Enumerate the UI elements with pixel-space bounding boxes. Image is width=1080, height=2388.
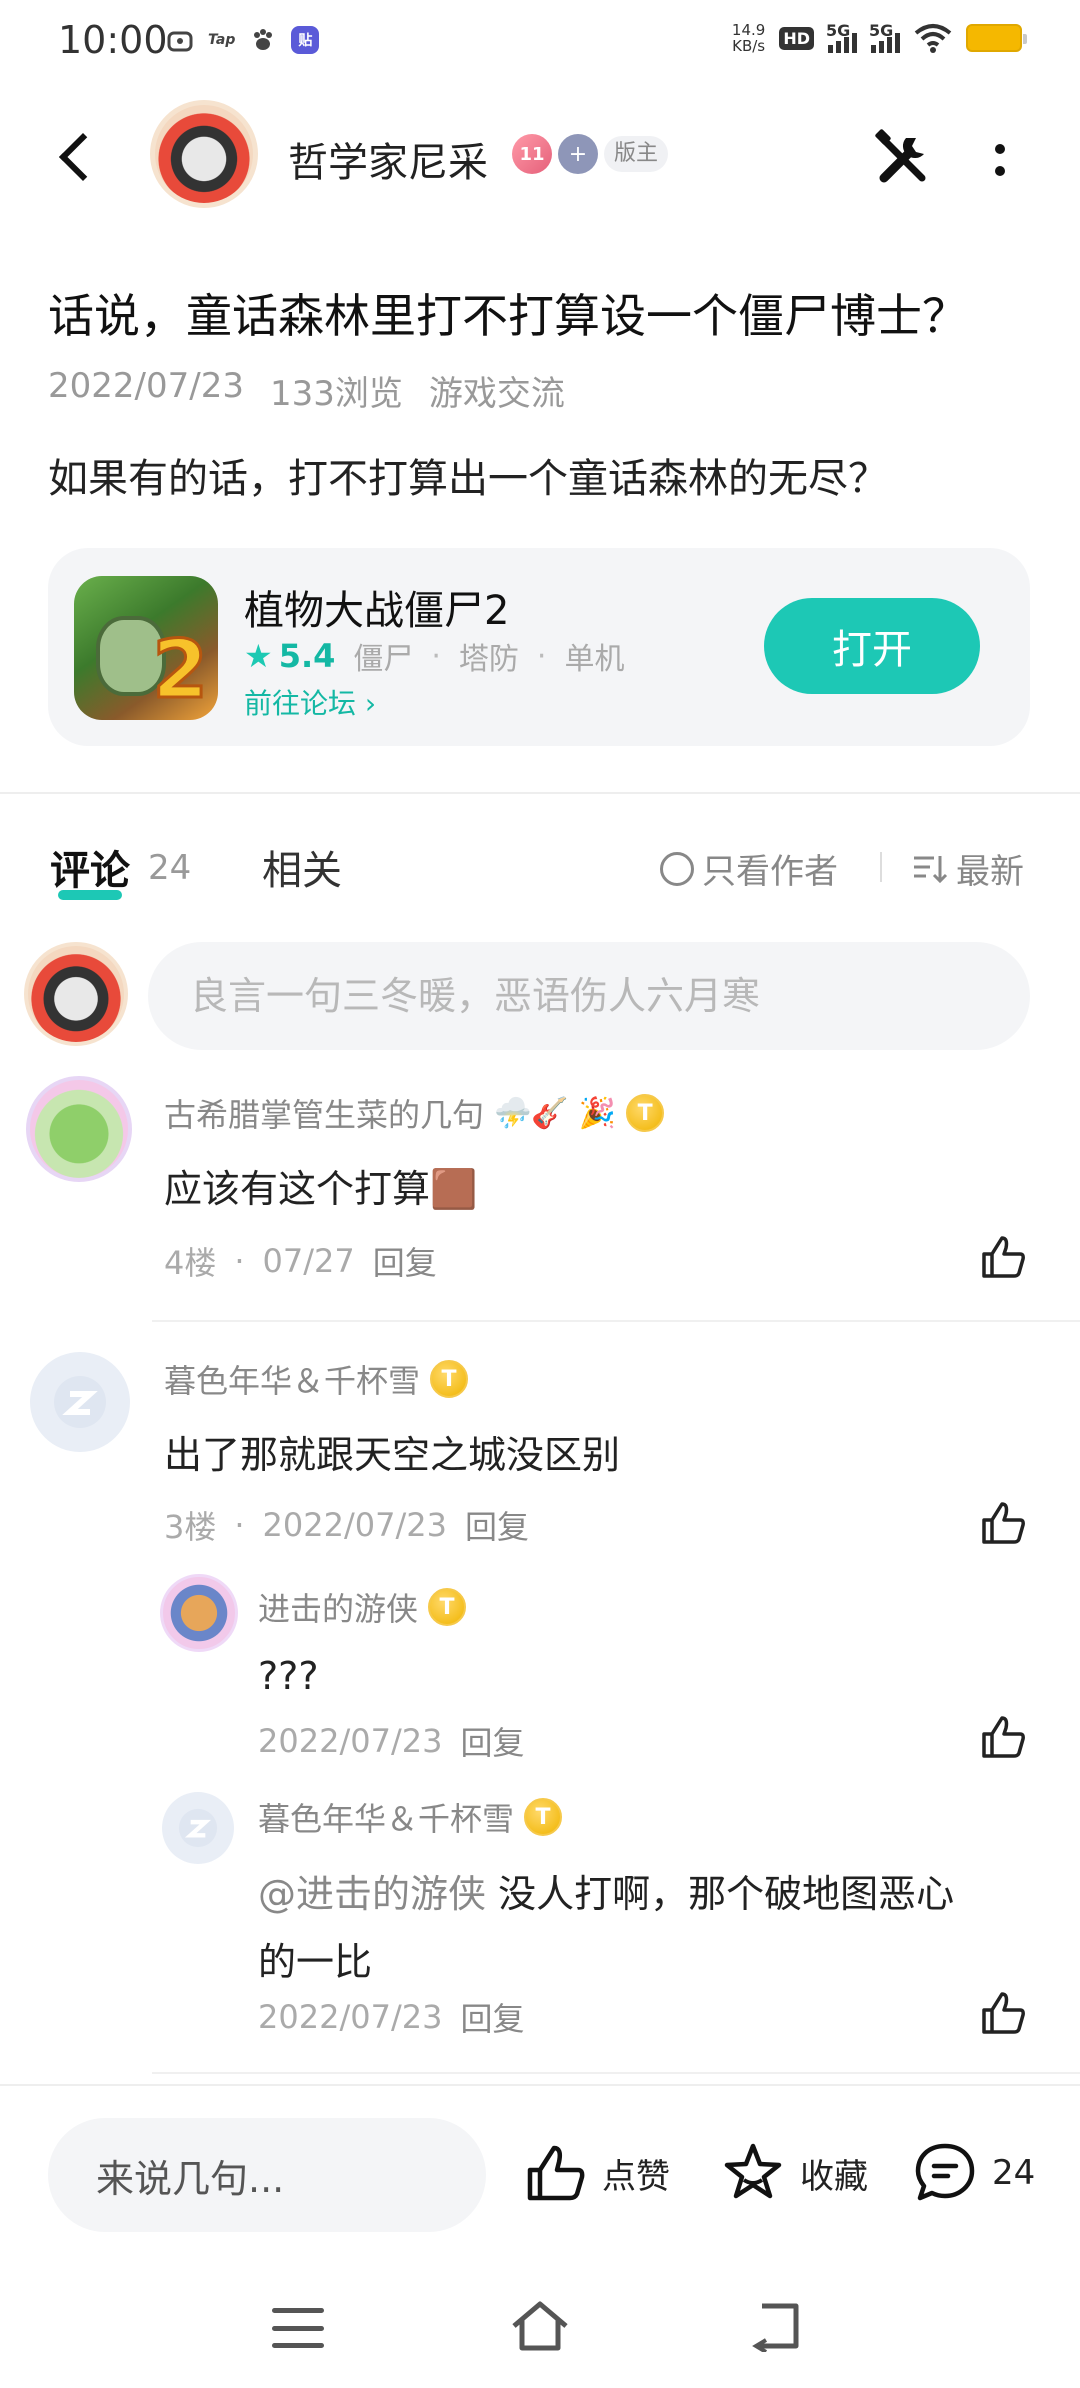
comment-button[interactable]: 24: [912, 2140, 1035, 2206]
more-options-icon[interactable]: [980, 130, 1020, 190]
tab-related[interactable]: 相关: [262, 838, 342, 896]
author-only-toggle[interactable]: 只看作者: [660, 844, 838, 893]
status-bar: 10:00 Tap 贴 14.9 KB/s HD 5G 5G: [0, 0, 1080, 84]
reply-button[interactable]: 回复: [460, 1718, 524, 1764]
comment-author[interactable]: 古希腊掌管生菜的几句 ⛈️🎸 🎉 T: [164, 1090, 665, 1136]
tab-comments[interactable]: 评论: [50, 838, 130, 896]
sort-divider: [880, 852, 882, 882]
comment-meta: 2022/07/23 回复: [258, 1718, 524, 1764]
reply-button[interactable]: 回复: [460, 1994, 524, 2040]
game-tag: 塔防: [458, 642, 519, 677]
comment-author[interactable]: 暮色年华＆千杯雪 T: [164, 1356, 469, 1402]
author-avatar[interactable]: [150, 100, 258, 208]
post-date: 2022/07/23: [48, 366, 244, 406]
signal-icon-2: 5G: [869, 21, 900, 53]
status-time: 10:00: [58, 18, 168, 62]
comment-text: ???: [258, 1654, 319, 1698]
avatar-decoration-icon: 🎉: [578, 1095, 617, 1131]
commenter-avatar[interactable]: [162, 1792, 234, 1864]
level-badge-icon: T: [430, 1360, 469, 1398]
commenter-avatar[interactable]: [30, 1352, 130, 1452]
active-tab-indicator: [58, 890, 122, 900]
like-icon: [527, 2145, 585, 2201]
comment-text: 应该有这个打算🟫: [164, 1167, 478, 1211]
like-icon[interactable]: [978, 1498, 1028, 1548]
system-nav-bar: [0, 2270, 1080, 2388]
status-app-icons: Tap 贴: [166, 26, 320, 54]
comment-input[interactable]: [148, 942, 1030, 1050]
level-badge-icon: T: [626, 1094, 665, 1132]
section-divider: [0, 792, 1080, 794]
back-nav-icon[interactable]: [748, 2300, 804, 2354]
hd-icon: HD: [779, 26, 814, 50]
game-name: 植物大战僵尸2: [244, 588, 510, 634]
level-badge-icon: 11: [512, 134, 552, 174]
my-avatar: [24, 942, 128, 1046]
reply-button[interactable]: 回复: [373, 1238, 437, 1284]
game-rating: 5.4: [278, 637, 336, 675]
follow-user-icon[interactable]: +: [558, 134, 598, 174]
comment-divider: [152, 1320, 1080, 1322]
star-icon: ★: [244, 637, 273, 675]
emoji-icon: 🟫: [430, 1167, 478, 1211]
comment-text: 出了那就跟天空之城没区别: [164, 1433, 621, 1477]
game-tag: 僵尸: [353, 642, 414, 677]
bottom-comment-input[interactable]: 来说几句...: [48, 2118, 486, 2232]
tieba-app-icon: 贴: [291, 26, 320, 54]
comment-text: @进击的游侠 没人打啊，那个破地图恶心 的一比: [258, 1872, 955, 1984]
baidu-app-icon: [249, 26, 277, 54]
post-title: 话说，童话森林里打不打算设一个僵尸博士？: [48, 289, 968, 343]
game-tag: 单机: [564, 642, 625, 677]
back-button[interactable]: [52, 128, 112, 188]
sort-button[interactable]: 最新: [912, 844, 1024, 893]
like-icon[interactable]: [978, 1988, 1028, 2038]
bottom-bar-divider: [0, 2084, 1080, 2086]
post-header: 哲学家尼采 11 + 版主: [0, 100, 1080, 212]
status-indicators: 14.9 KB/s HD 5G 5G: [731, 21, 1027, 55]
wifi-icon: [914, 24, 952, 53]
tap-app-icon: Tap: [208, 32, 236, 48]
battery-icon: [966, 24, 1027, 52]
comment-author[interactable]: 进击的游侠 T: [258, 1584, 467, 1630]
reply-button[interactable]: 回复: [465, 1502, 529, 1548]
star-icon: [724, 2143, 782, 2199]
author-name[interactable]: 哲学家尼采: [288, 130, 488, 188]
game-card[interactable]: 2 植物大战僵尸2 ★ 5.4 僵尸 · 塔防 · 单机 前往论坛 › 打开: [48, 548, 1030, 746]
commenter-avatar[interactable]: [160, 1574, 238, 1652]
comments-count: 24: [148, 848, 192, 888]
tools-icon[interactable]: [870, 126, 936, 192]
post-body: 如果有的话，打不打算出一个童话森林的无尽？: [48, 456, 888, 502]
menu-icon[interactable]: [272, 2308, 324, 2348]
commenter-avatar[interactable]: [26, 1076, 132, 1182]
signal-icon: 5G: [826, 21, 857, 53]
comment-author[interactable]: 暮色年华＆千杯雪 T: [258, 1794, 563, 1840]
comment-meta: 2022/07/23 回复: [258, 1994, 524, 2040]
comment-bubble-icon: [915, 2143, 975, 2201]
net-speed: 14.9 KB/s: [731, 21, 766, 55]
forum-link[interactable]: 前往论坛 ›: [244, 682, 376, 722]
chevron-right-icon: ›: [364, 687, 377, 720]
radio-icon: [660, 851, 694, 886]
user-tag-icon: ⛈️🎸: [494, 1095, 569, 1131]
level-badge-icon: T: [524, 1798, 563, 1836]
post-views: 133浏览: [269, 374, 403, 414]
comment-meta: 4楼 · 07/27 回复: [164, 1238, 437, 1284]
tv-app-icon: [166, 26, 194, 54]
comment-divider: [152, 2072, 1080, 2074]
mention-link[interactable]: @进击的游侠: [258, 1872, 486, 1916]
level-badge-icon: T: [428, 1588, 467, 1626]
game-icon: 2: [74, 576, 218, 720]
like-icon[interactable]: [978, 1232, 1028, 1282]
home-icon[interactable]: [508, 2296, 572, 2356]
game-rating-row: ★ 5.4 僵尸 · 塔防 · 单机: [244, 634, 624, 678]
post-category[interactable]: 游戏交流: [429, 366, 565, 415]
favorite-button[interactable]: 收藏: [720, 2140, 868, 2206]
like-icon[interactable]: [978, 1712, 1028, 1762]
post-meta: 2022/07/23 133浏览 游戏交流: [48, 366, 565, 415]
sort-icon: [914, 855, 948, 883]
like-button[interactable]: 点赞: [522, 2140, 670, 2206]
open-game-button[interactable]: 打开: [764, 598, 980, 694]
moderator-badge: 版主: [604, 136, 669, 172]
comment-meta: 3楼 · 2022/07/23 回复: [164, 1502, 529, 1548]
